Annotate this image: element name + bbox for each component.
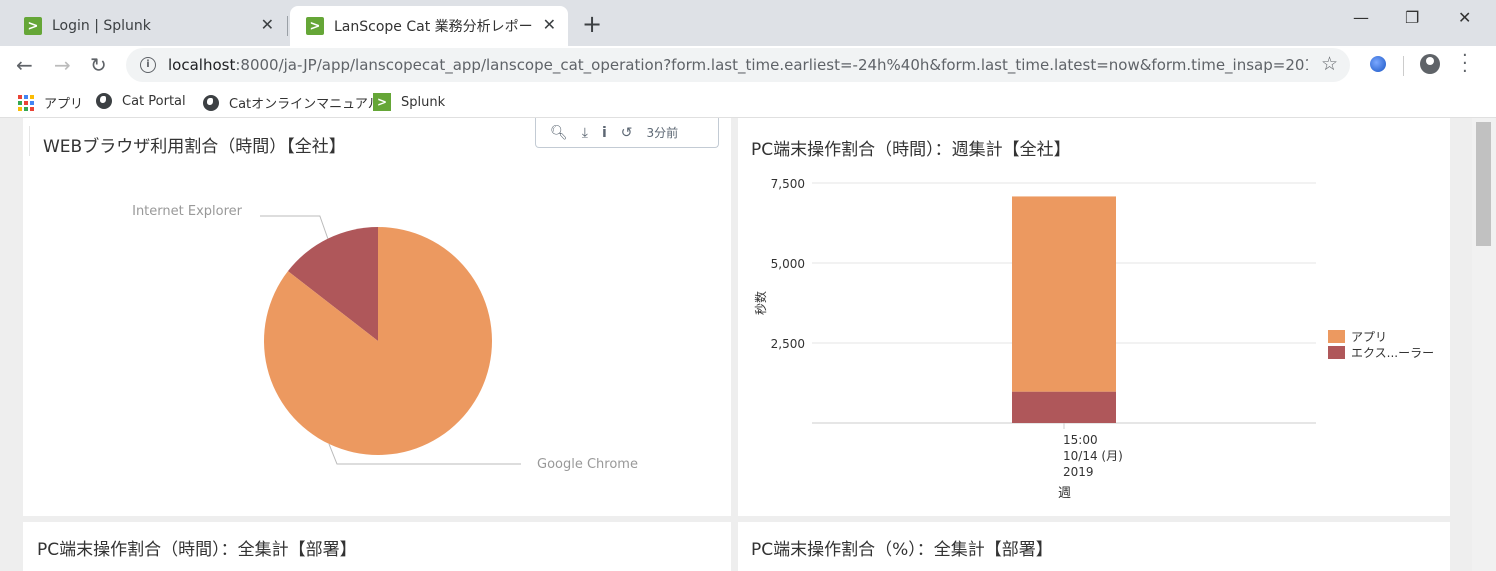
- bookmark-label: アプリ: [44, 97, 84, 112]
- x-tick-label: 2019: [1063, 465, 1094, 479]
- account-icon[interactable]: [1420, 54, 1440, 74]
- tab-title: LanScope Cat 業務分析レポート | S: [334, 19, 534, 35]
- bar-segment: [1012, 391, 1116, 423]
- panel-title: PC端末操作割合（%）：全集計【部署】: [751, 540, 1053, 560]
- apps-grid-icon: [18, 94, 34, 111]
- page-scrollbar[interactable]: [1472, 118, 1496, 571]
- bar-segment: [1012, 196, 1116, 392]
- y-tick-label: 7,500: [771, 177, 805, 191]
- y-axis-label: 秒数: [753, 291, 768, 315]
- browser-toolbar: ← → ↻ i localhost:8000/ja-JP/app/lanscop…: [0, 46, 1496, 86]
- pie-label: Google Chrome: [537, 457, 638, 472]
- url-host: localhost: [168, 56, 236, 74]
- minimize-icon[interactable]: —: [1353, 8, 1369, 27]
- legend-label: アプリ: [1351, 330, 1387, 344]
- close-window-icon[interactable]: ✕: [1458, 8, 1471, 27]
- pie-panel: WEBブラウザ利用割合（時間）【全社】 🔍︎ ⤓ i ↺ 3分前 Interne…: [23, 118, 731, 516]
- bookmark-label: Cat Portal: [122, 93, 186, 109]
- back-icon[interactable]: ←: [16, 53, 33, 77]
- legend-swatch: [1328, 330, 1345, 343]
- tab-divider: [287, 16, 288, 36]
- splunk-icon: >: [373, 93, 391, 111]
- panel-title: PC端末操作割合（時間）：全集計【部署】: [37, 540, 357, 560]
- legend-label: エクス...ーラー: [1351, 346, 1434, 360]
- menu-icon[interactable]: · · ·: [1462, 47, 1468, 81]
- pie-label: Internet Explorer: [132, 204, 243, 219]
- toolbar-divider: [1403, 56, 1404, 76]
- bookmark-cat-manual[interactable]: Catオンラインマニュアル: [203, 93, 381, 112]
- tab-lanscope-report[interactable]: > LanScope Cat 業務分析レポート | S ✕: [290, 6, 568, 46]
- bookmark-label: Catオンラインマニュアル: [229, 97, 381, 112]
- tab-login[interactable]: > Login | Splunk ✕: [8, 6, 286, 46]
- bookmark-apps[interactable]: アプリ: [18, 93, 83, 112]
- reload-icon[interactable]: ↻: [90, 53, 107, 77]
- leader-line: [260, 215, 329, 239]
- address-bar[interactable]: i localhost:8000/ja-JP/app/lanscopecat_a…: [126, 48, 1350, 82]
- y-tick-label: 2,500: [771, 337, 805, 351]
- splunk-favicon-icon: >: [306, 17, 324, 35]
- y-tick-label: 5,000: [771, 257, 805, 271]
- bookmark-cat-portal[interactable]: Cat Portal: [96, 93, 186, 109]
- url-path: :8000/ja-JP/app/lanscopecat_app/lanscope…: [235, 56, 1308, 74]
- restore-icon[interactable]: ❐: [1405, 8, 1419, 27]
- tab-title: Login | Splunk: [52, 18, 151, 34]
- x-tick-label: 10/14 (月): [1063, 449, 1123, 463]
- bar-panel: PC端末操作割合（時間）：週集計【全社】 2,500 5,000 7,500 15:0…: [738, 118, 1450, 516]
- x-tick-label: 15:00: [1063, 433, 1098, 447]
- bookmarks-bar: アプリ Cat Portal Catオンラインマニュアル > Splunk: [0, 86, 1496, 118]
- tab-strip: > Login | Splunk ✕ > LanScope Cat 業務分析レポ…: [0, 0, 1496, 46]
- site-info-icon[interactable]: i: [140, 57, 156, 73]
- bookmark-splunk[interactable]: > Splunk: [373, 93, 445, 111]
- dept-time-panel: PC端末操作割合（時間）：全集計【部署】: [23, 522, 731, 571]
- legend-swatch: [1328, 346, 1345, 359]
- url-text[interactable]: localhost:8000/ja-JP/app/lanscopecat_app…: [168, 56, 1308, 74]
- splunk-favicon-icon: >: [24, 17, 42, 35]
- scrollbar-thumb[interactable]: [1476, 122, 1491, 246]
- close-tab-icon[interactable]: ✕: [543, 15, 556, 34]
- x-axis-label: 週: [1058, 486, 1071, 501]
- dashboard-content: WEBブラウザ利用割合（時間）【全社】 🔍︎ ⤓ i ↺ 3分前 Interne…: [0, 118, 1496, 571]
- new-tab-icon[interactable]: +: [582, 10, 602, 38]
- bar-chart: 2,500 5,000 7,500 15:00 10/14 (月) 2019 週 秒数アプリエ…: [753, 177, 1434, 501]
- close-tab-icon[interactable]: ✕: [261, 15, 274, 34]
- globe-icon: [96, 93, 112, 109]
- forward-icon[interactable]: →: [54, 53, 71, 77]
- globe-icon: [203, 94, 219, 111]
- bookmark-star-icon[interactable]: ☆: [1321, 53, 1338, 75]
- dept-percent-panel: PC端末操作割合（%）：全集計【部署】: [738, 522, 1450, 571]
- extension-icon[interactable]: [1370, 56, 1386, 72]
- bookmark-label: Splunk: [401, 94, 446, 110]
- pie-chart: Internet Explorer Google Chrome: [132, 204, 638, 472]
